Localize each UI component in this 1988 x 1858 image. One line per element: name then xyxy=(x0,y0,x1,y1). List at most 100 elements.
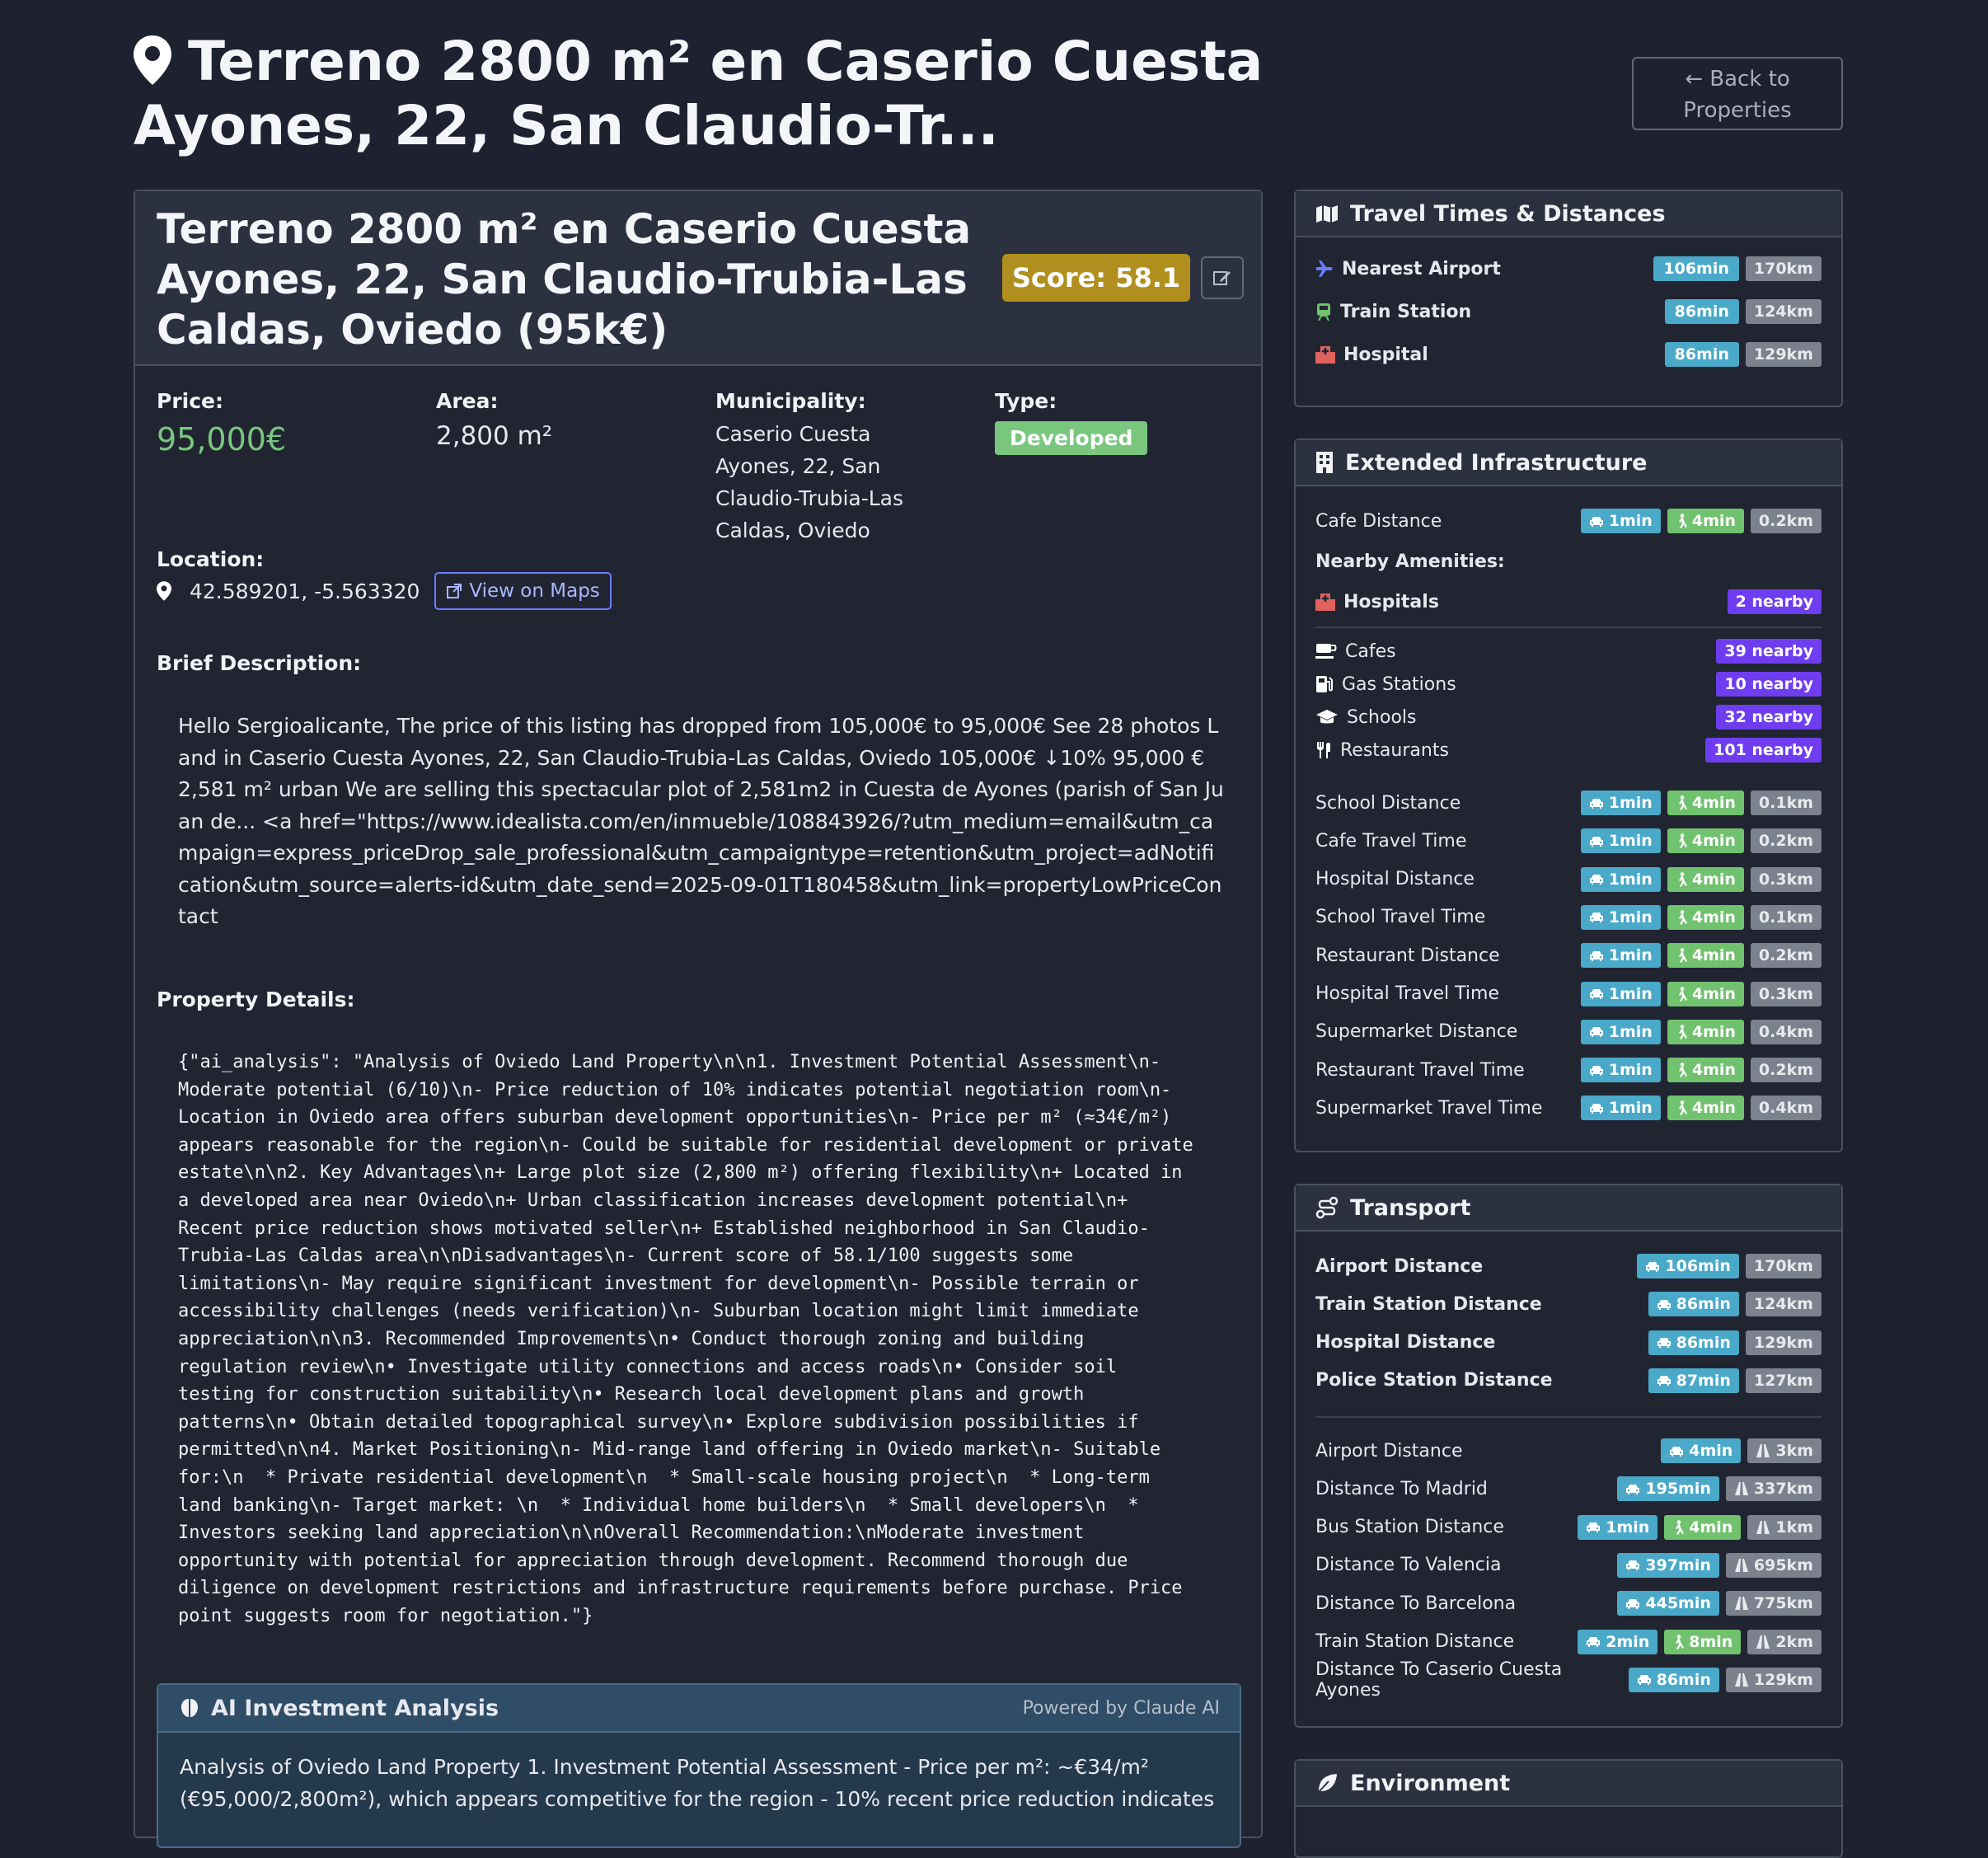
info-row: School Travel Time 1min 4min 0.1km xyxy=(1315,904,1822,931)
property-details-label: Property Details: xyxy=(157,988,355,1011)
pill-text: 129km xyxy=(1753,1670,1813,1689)
road-icon xyxy=(1734,1482,1749,1496)
row-label: Distance To Caserio Cuesta Ayones xyxy=(1315,1659,1629,1701)
pill-text: 0.2km xyxy=(1758,1061,1813,1080)
hospital-icon xyxy=(1315,593,1335,611)
info-row: Distance To Valencia 397min 695km xyxy=(1315,1552,1822,1579)
info-row: Supermarket Distance 1min 4min 0.4km xyxy=(1315,1019,1822,1045)
view-on-maps-button[interactable]: View on Maps xyxy=(434,572,612,610)
pill-text: 2 nearby xyxy=(1735,593,1813,611)
walking-icon xyxy=(1676,1063,1687,1078)
nearby-count-badge: 32 nearby xyxy=(1716,705,1822,730)
drive-time-pill: 1min xyxy=(1580,1096,1661,1121)
pill-text: 4min xyxy=(1691,512,1736,530)
info-row: Restaurant Distance 1min 4min 0.2km xyxy=(1315,942,1822,969)
graduation-cap-icon xyxy=(1315,709,1339,725)
distance-pill-plain: 0.2km xyxy=(1750,943,1822,969)
extended-infrastructure-header: Extended Infrastructure xyxy=(1296,440,1841,486)
info-row: Cafes 39 nearby xyxy=(1315,638,1822,664)
row-label: Cafe Travel Time xyxy=(1315,831,1466,852)
row-label-text: Gas Stations xyxy=(1342,673,1456,695)
row-label: Supermarket Travel Time xyxy=(1315,1098,1542,1119)
row-label-text: Train Station Distance xyxy=(1315,1631,1515,1652)
pill-text: 1min xyxy=(1608,1061,1653,1080)
pill-text: 0.2km xyxy=(1758,512,1813,530)
ai-analysis-text: Analysis of Oviedo Land Property 1. Inve… xyxy=(180,1755,1215,1811)
price-stat: Price: 95,000€ xyxy=(157,389,286,457)
car-icon xyxy=(1625,1598,1640,1610)
pill-text: 0.4km xyxy=(1758,1099,1813,1118)
row-label-text: Cafe Travel Time xyxy=(1315,830,1467,852)
walk-time-pill: 4min xyxy=(1667,791,1744,815)
car-icon xyxy=(1645,1260,1660,1273)
row-label-text: Schools xyxy=(1347,706,1417,728)
drive-time-pill: 87min xyxy=(1648,1368,1739,1393)
external-link-icon xyxy=(447,584,462,598)
price-value: 95,000€ xyxy=(157,421,287,457)
row-label: Airport Distance xyxy=(1315,1441,1463,1462)
pill-text: 1min xyxy=(1606,1518,1650,1537)
car-icon xyxy=(1637,1673,1652,1686)
pill-text: 695km xyxy=(1753,1555,1813,1574)
row-label-text: Airport Distance xyxy=(1315,1255,1484,1277)
info-row: Airport Distance 106min 170km xyxy=(1315,1253,1822,1279)
municipality-stat: Municipality: Caserio Cuesta Ayones, 22,… xyxy=(715,389,946,547)
row-label-text: Hospital xyxy=(1343,344,1428,365)
info-row: Distance To Madrid 195min 337km xyxy=(1315,1476,1822,1502)
road-icon xyxy=(1756,1520,1770,1534)
gas-pump-icon xyxy=(1315,675,1334,693)
row-label: Schools xyxy=(1315,707,1417,728)
row-label: Hospitals xyxy=(1315,592,1439,612)
info-row: Police Station Distance 87min 127km xyxy=(1315,1368,1822,1394)
edit-button[interactable] xyxy=(1201,256,1244,299)
distance-pill-plain: 170km xyxy=(1745,1254,1822,1279)
utensils-icon xyxy=(1315,741,1332,759)
row-pills: 2min 8min 2km xyxy=(1578,1629,1822,1654)
brief-description: Hello Sergioalicante, The price of this … xyxy=(178,714,1224,928)
powered-by-label: Powered by Claude AI xyxy=(1022,1697,1220,1719)
distance-pill-plain: 0.2km xyxy=(1750,828,1822,854)
walk-time-pill: 4min xyxy=(1664,1514,1742,1540)
walk-time-pill: 4min xyxy=(1667,1058,1744,1083)
row-label-text: Restaurants xyxy=(1340,739,1449,761)
location-label: Location: xyxy=(157,547,265,571)
car-icon xyxy=(1589,988,1604,1000)
drive-time-pill: 86min xyxy=(1648,1292,1739,1317)
pill-text: 39 nearby xyxy=(1724,642,1813,660)
drive-time-pill: 1min xyxy=(1580,828,1661,854)
info-row: Airport Distance 4min 3km xyxy=(1315,1438,1822,1464)
pill-text: 106min xyxy=(1665,1257,1731,1275)
info-row: Gas Stations 10 nearby xyxy=(1315,671,1822,697)
row-label-text: Train Station Distance xyxy=(1315,1293,1542,1315)
distance-pill-plain: 0.3km xyxy=(1750,866,1822,892)
back-to-properties-button[interactable]: ← Back to Properties xyxy=(1632,57,1843,130)
car-icon xyxy=(1589,515,1604,528)
distance-pill-plain: 127km xyxy=(1745,1368,1822,1393)
drive-time-pill: 1min xyxy=(1580,509,1661,533)
car-icon xyxy=(1586,1521,1601,1533)
travel-times-header: Travel Times & Distances xyxy=(1296,191,1841,237)
environment-header: Environment xyxy=(1296,1761,1841,1807)
drive-time-pill: 397min xyxy=(1617,1552,1719,1578)
row-label: Hospital xyxy=(1315,345,1428,365)
row-label: School Travel Time xyxy=(1315,907,1485,927)
drive-time-pill: 195min xyxy=(1617,1476,1719,1502)
walk-time-pill: 4min xyxy=(1667,1019,1744,1044)
row-pills: 1min 4min 0.3km xyxy=(1580,981,1822,1006)
distance-pill-plain: 86min xyxy=(1664,299,1739,324)
row-label-text: Cafe Distance xyxy=(1315,510,1442,532)
row-pills: 1min 4min 0.4km xyxy=(1580,1019,1822,1044)
area-stat: Area: 2,800 m² xyxy=(436,389,552,451)
pill-text: 2km xyxy=(1775,1632,1813,1651)
row-label-text: Distance To Madrid xyxy=(1315,1478,1488,1499)
pill-text: 1min xyxy=(1608,870,1653,889)
walking-icon xyxy=(1676,948,1687,964)
row-pills: 2 nearby xyxy=(1727,589,1822,614)
row-label-text: Supermarket Distance xyxy=(1315,1021,1518,1043)
municipality-value: Caserio Cuesta Ayones, 22, San Claudio-T… xyxy=(715,422,904,542)
divider xyxy=(1315,626,1822,628)
car-icon xyxy=(1589,873,1604,885)
row-label-text: Restaurant Travel Time xyxy=(1315,1059,1525,1081)
pill-text: 101 nearby xyxy=(1714,741,1813,759)
car-icon xyxy=(1625,1559,1640,1571)
